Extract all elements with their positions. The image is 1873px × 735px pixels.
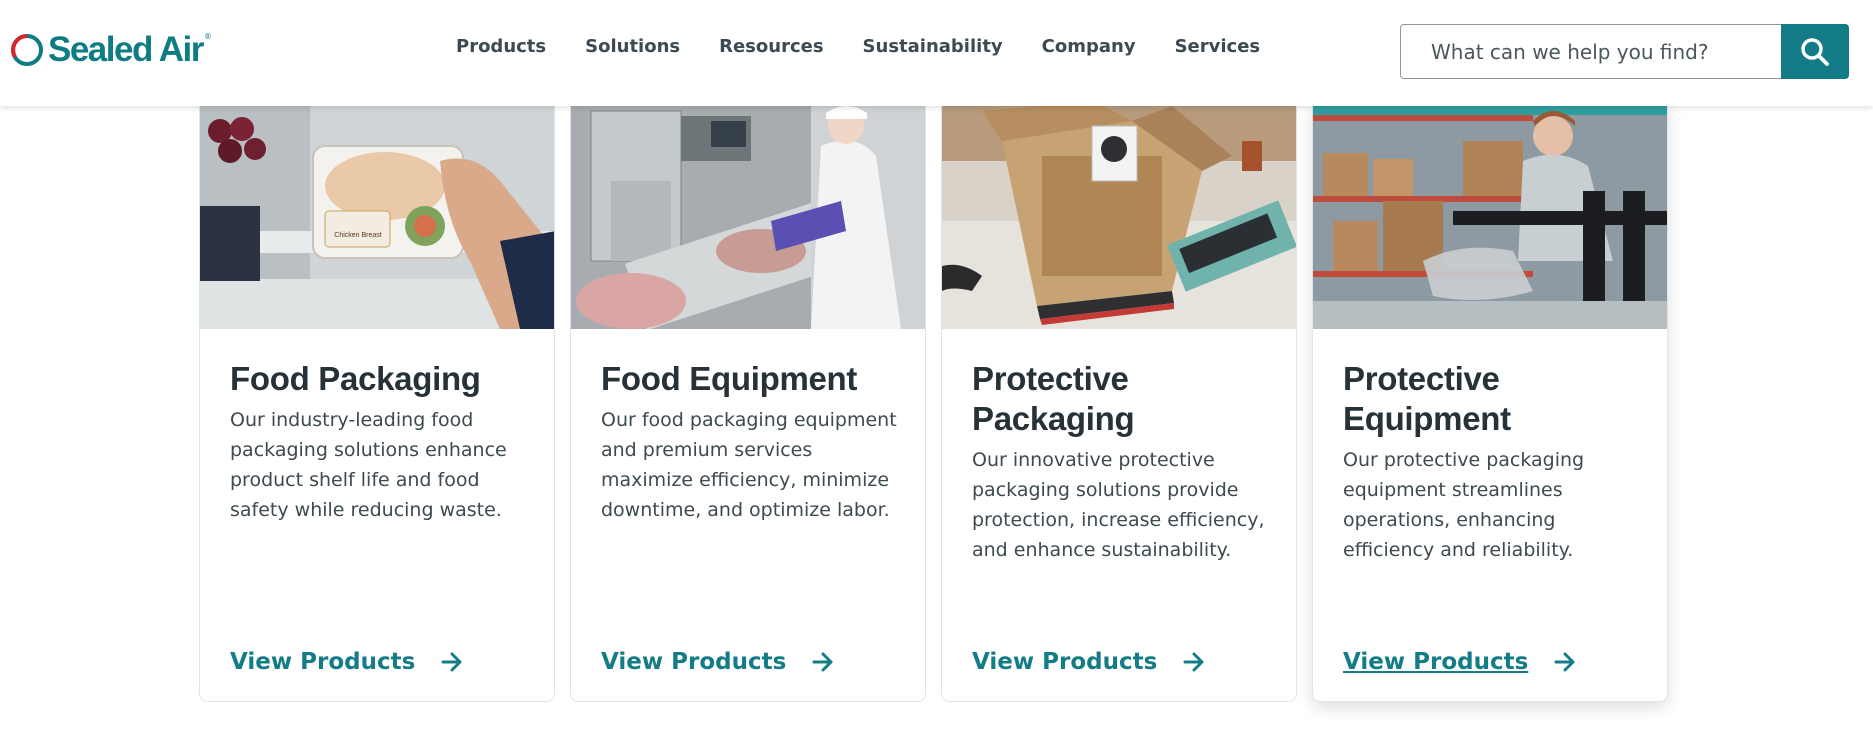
card-description: Our industry-leading food packaging solu… — [230, 409, 507, 521]
view-products-label: View Products — [230, 649, 416, 675]
site-header: Sealed Air ® Products Solutions Resource… — [0, 0, 1873, 106]
search-box — [1400, 24, 1849, 79]
card-protective-equipment: Protective Equipment Our protective pack… — [1312, 100, 1668, 702]
card-description: Our protective packaging equipment strea… — [1343, 449, 1585, 561]
logo-mark-icon — [11, 34, 43, 66]
protective-packaging-image — [942, 101, 1296, 329]
arrow-right-icon — [812, 652, 833, 672]
card-protective-packaging: Protective Packaging Our innovative prot… — [941, 100, 1297, 702]
chicken-breast-label: Chicken Breast — [334, 232, 382, 239]
view-products-label: View Products — [1343, 649, 1529, 675]
view-products-label: View Products — [601, 649, 787, 675]
view-products-link[interactable]: View Products — [1343, 649, 1576, 675]
search-input[interactable] — [1401, 25, 1779, 78]
food-packaging-image: Chicken Breast — [200, 101, 554, 329]
card-food-equipment: Food Equipment Our food packaging equipm… — [570, 100, 926, 702]
view-products-link[interactable]: View Products — [230, 649, 463, 675]
nav-item-products[interactable]: Products — [456, 36, 546, 57]
sealed-air-logo[interactable]: Sealed Air ® — [10, 30, 212, 70]
view-products-link[interactable]: View Products — [601, 649, 834, 675]
card-food-packaging: Chicken Breast Food Packaging Our indust… — [199, 100, 555, 702]
nav-item-sustainability[interactable]: Sustainability — [863, 36, 1003, 57]
registered-mark: ® — [203, 32, 212, 41]
card-description: Our food packaging equipment and premium… — [601, 409, 897, 521]
protective-equipment-image — [1313, 101, 1667, 329]
logo-wordmark: Sealed Air — [48, 30, 204, 69]
arrow-right-icon — [1183, 652, 1204, 672]
view-products-label: View Products — [972, 649, 1158, 675]
card-title: Food Equipment — [601, 360, 858, 397]
card-title: Food Packaging — [230, 360, 481, 397]
arrow-right-icon — [1554, 652, 1575, 672]
food-equipment-image — [571, 101, 925, 329]
card-title: Protective Equipment — [1343, 360, 1511, 437]
nav-item-solutions[interactable]: Solutions — [585, 36, 680, 57]
search-button[interactable] — [1781, 24, 1849, 79]
nav-item-resources[interactable]: Resources — [719, 36, 823, 57]
card-title: Protective Packaging — [972, 360, 1135, 437]
main-nav: Products Solutions Resources Sustainabil… — [456, 36, 1299, 57]
search-icon — [1801, 37, 1829, 66]
card-description: Our innovative protective packaging solu… — [972, 449, 1265, 561]
nav-item-services[interactable]: Services — [1175, 36, 1261, 57]
view-products-link[interactable]: View Products — [972, 649, 1205, 675]
nav-item-company[interactable]: Company — [1042, 36, 1136, 57]
arrow-right-icon — [441, 652, 462, 672]
